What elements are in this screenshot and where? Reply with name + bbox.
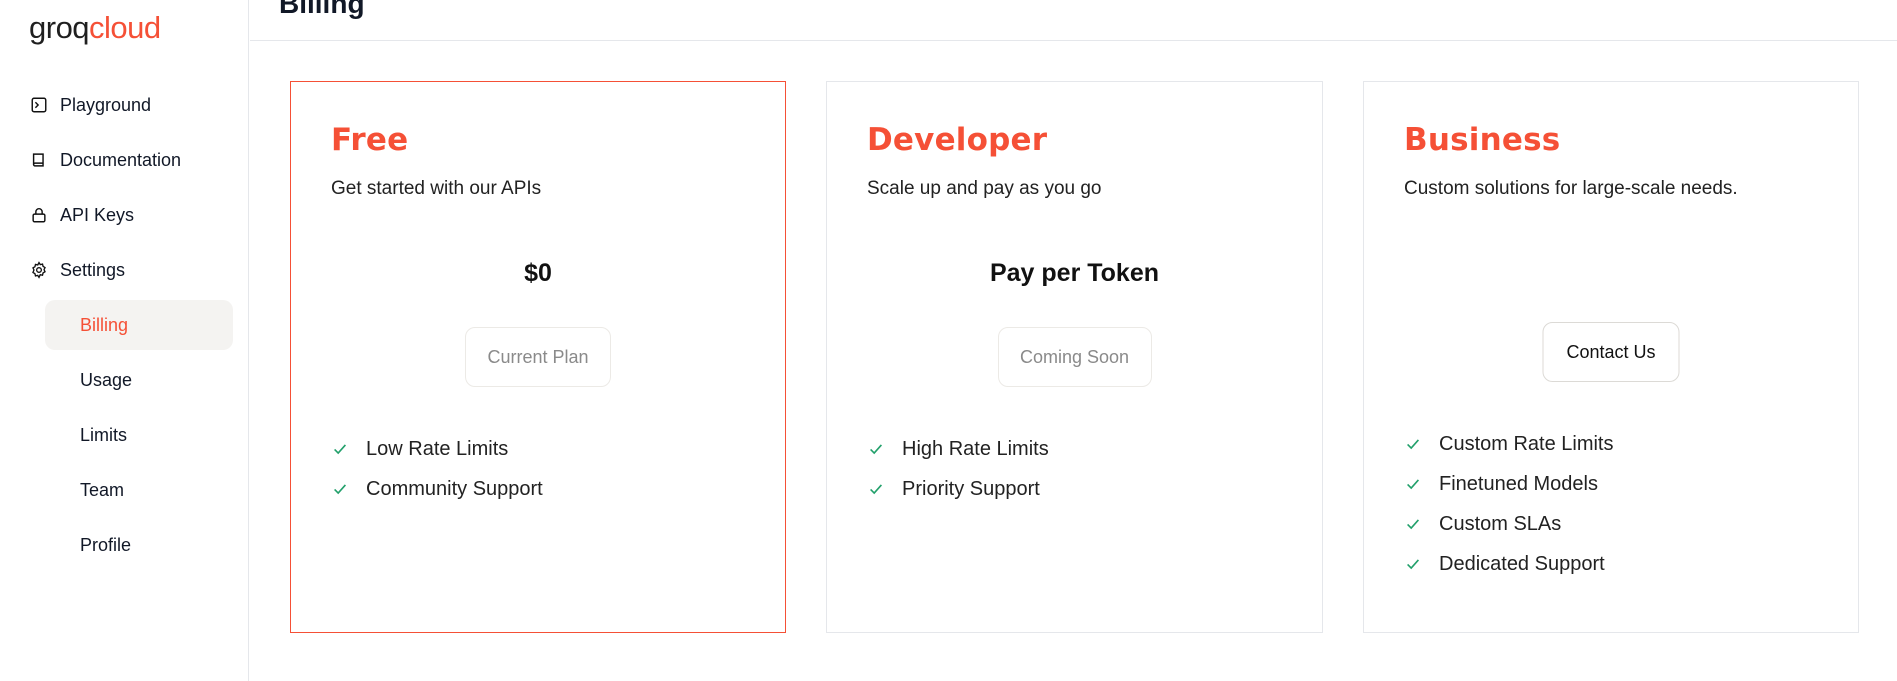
check-icon bbox=[1404, 554, 1424, 574]
feature-label: Dedicated Support bbox=[1439, 552, 1605, 575]
feature-item: Custom SLAs bbox=[1404, 504, 1614, 544]
feature-label: Priority Support bbox=[902, 477, 1040, 500]
feature-item: Finetuned Models bbox=[1404, 464, 1614, 504]
plan-description: Custom solutions for large-scale needs. bbox=[1404, 178, 1738, 199]
current-plan-button[interactable]: Current Plan bbox=[465, 327, 611, 387]
nav-item-playground[interactable]: Playground bbox=[29, 87, 151, 123]
feature-list: Custom Rate Limits Finetuned Models Cust… bbox=[1404, 424, 1614, 584]
page-header: Billing bbox=[250, 0, 1897, 41]
feature-list: Low Rate Limits Community Support bbox=[331, 429, 543, 509]
plan-card-business: Business Custom solutions for large-scal… bbox=[1363, 81, 1859, 633]
feature-item: Custom Rate Limits bbox=[1404, 424, 1614, 464]
sidebar-item-billing[interactable]: Billing bbox=[45, 300, 233, 350]
nav-label-api-keys: API Keys bbox=[60, 204, 135, 225]
nav-item-api-keys[interactable]: API Keys bbox=[29, 197, 134, 233]
plan-title: Business bbox=[1404, 122, 1561, 158]
plan-card-free: Free Get started with our APIs $0 Curren… bbox=[290, 81, 786, 633]
contact-us-button[interactable]: Contact Us bbox=[1542, 322, 1680, 382]
feature-label: Custom SLAs bbox=[1439, 512, 1562, 535]
nav-label-documentation: Documentation bbox=[60, 149, 182, 170]
feature-label: Finetuned Models bbox=[1439, 472, 1598, 495]
plan-title: Free bbox=[331, 122, 409, 158]
lock-icon bbox=[29, 205, 49, 225]
book-icon bbox=[29, 150, 49, 170]
nav-item-settings[interactable]: Settings bbox=[29, 252, 125, 288]
plan-card-developer: Developer Scale up and pay as you go Pay… bbox=[826, 81, 1323, 633]
logo-part-cloud: cloud bbox=[89, 10, 161, 45]
feature-label: Custom Rate Limits bbox=[1439, 432, 1614, 455]
gear-icon bbox=[29, 260, 49, 280]
sidebar-item-usage[interactable]: Usage bbox=[45, 355, 233, 405]
feature-label: Community Support bbox=[366, 477, 543, 500]
sidebar-item-profile[interactable]: Profile bbox=[45, 520, 233, 570]
plan-description: Get started with our APIs bbox=[331, 178, 542, 199]
check-icon bbox=[1404, 474, 1424, 494]
page-title: Billing bbox=[279, 0, 365, 19]
terminal-icon bbox=[29, 95, 49, 115]
groqcloud-logo[interactable]: groq cloud bbox=[29, 10, 161, 46]
check-icon bbox=[331, 479, 351, 499]
feature-label: Low Rate Limits bbox=[366, 437, 509, 460]
feature-label: High Rate Limits bbox=[902, 437, 1049, 460]
plan-price: Pay per Token bbox=[989, 259, 1160, 287]
plan-description: Scale up and pay as you go bbox=[867, 178, 1102, 199]
coming-soon-button[interactable]: Coming Soon bbox=[997, 327, 1152, 387]
sidebar: groq cloud Playground Documentation API K… bbox=[0, 0, 249, 681]
check-icon bbox=[1404, 514, 1424, 534]
logo-part-groq: groq bbox=[29, 10, 90, 45]
plan-title: Developer bbox=[867, 122, 1048, 158]
plan-price: $0 bbox=[524, 259, 552, 287]
feature-list: High Rate Limits Priority Support bbox=[867, 429, 1049, 509]
check-icon bbox=[1404, 434, 1424, 454]
check-icon bbox=[867, 479, 887, 499]
feature-item: Community Support bbox=[331, 469, 543, 509]
nav-item-documentation[interactable]: Documentation bbox=[29, 142, 181, 178]
feature-item: Low Rate Limits bbox=[331, 429, 543, 469]
feature-item: High Rate Limits bbox=[867, 429, 1049, 469]
sidebar-item-team[interactable]: Team bbox=[45, 465, 233, 515]
sidebar-item-limits[interactable]: Limits bbox=[45, 410, 233, 460]
nav-label-settings: Settings bbox=[60, 259, 126, 280]
nav-label-playground: Playground bbox=[60, 94, 152, 115]
check-icon bbox=[331, 439, 351, 459]
check-icon bbox=[867, 439, 887, 459]
feature-item: Priority Support bbox=[867, 469, 1049, 509]
feature-item: Dedicated Support bbox=[1404, 544, 1614, 584]
